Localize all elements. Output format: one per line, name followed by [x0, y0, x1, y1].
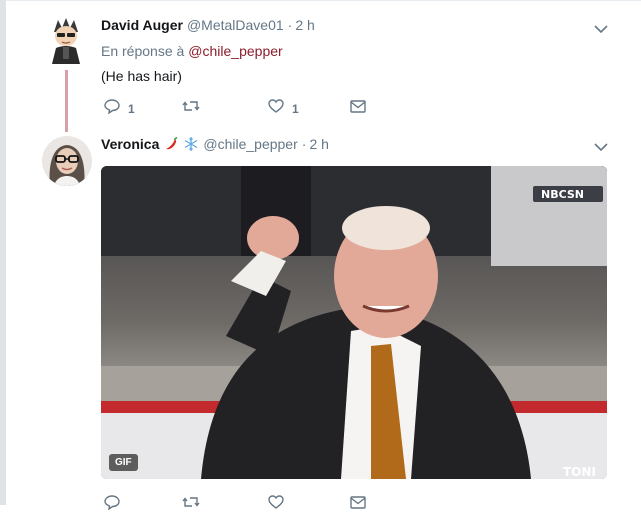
window-edge	[0, 0, 6, 505]
divider	[6, 0, 641, 1]
envelope-icon	[350, 99, 366, 118]
direct-message-button[interactable]	[350, 99, 366, 118]
gif-badge: GIF	[109, 454, 138, 471]
reply-context: En réponse à @chile_pepper	[101, 43, 283, 59]
tweet-header: Veronica @chile_pepper · 2 h	[101, 136, 329, 152]
separator-dot: ·	[301, 136, 307, 152]
gif-frame-image: NBCSN TONI	[101, 166, 607, 479]
tweet-actions: 1 1	[104, 98, 366, 119]
corner-text: TONI	[563, 465, 596, 479]
reply-count: 1	[128, 101, 135, 116]
avatar[interactable]	[42, 14, 90, 66]
heart-icon	[268, 99, 284, 118]
chili-pepper-icon	[163, 136, 179, 152]
avatar[interactable]	[42, 136, 92, 186]
user-handle[interactable]: @MetalDave01	[187, 17, 284, 33]
reply-button[interactable]: 1	[104, 98, 182, 119]
chevron-down-icon[interactable]	[594, 21, 608, 34]
retweet-icon	[182, 99, 200, 118]
nbcsn-logo: NBCSN	[541, 188, 584, 201]
retweet-button[interactable]	[182, 99, 268, 118]
display-name[interactable]: Veronica	[101, 136, 159, 152]
timestamp[interactable]: 2 h	[295, 17, 314, 33]
tweet-header: David Auger @MetalDave01 · 2 h	[101, 17, 315, 33]
mention-link[interactable]: @chile_pepper	[188, 43, 282, 59]
thread-line	[65, 70, 68, 132]
like-button[interactable]: 1	[268, 99, 350, 118]
gif-media[interactable]: NBCSN TONI GIF	[101, 166, 607, 479]
separator-dot: ·	[287, 17, 293, 33]
like-count: 1	[292, 101, 299, 116]
reply-icon	[104, 98, 120, 119]
display-name[interactable]: David Auger	[101, 17, 183, 33]
snowflake-icon	[183, 136, 199, 152]
tweet-text: (He has hair)	[101, 68, 182, 84]
chevron-down-icon[interactable]	[594, 139, 608, 152]
user-handle[interactable]: @chile_pepper	[203, 136, 297, 152]
timestamp[interactable]: 2 h	[309, 136, 328, 152]
reply-prefix: En réponse à	[101, 43, 185, 59]
